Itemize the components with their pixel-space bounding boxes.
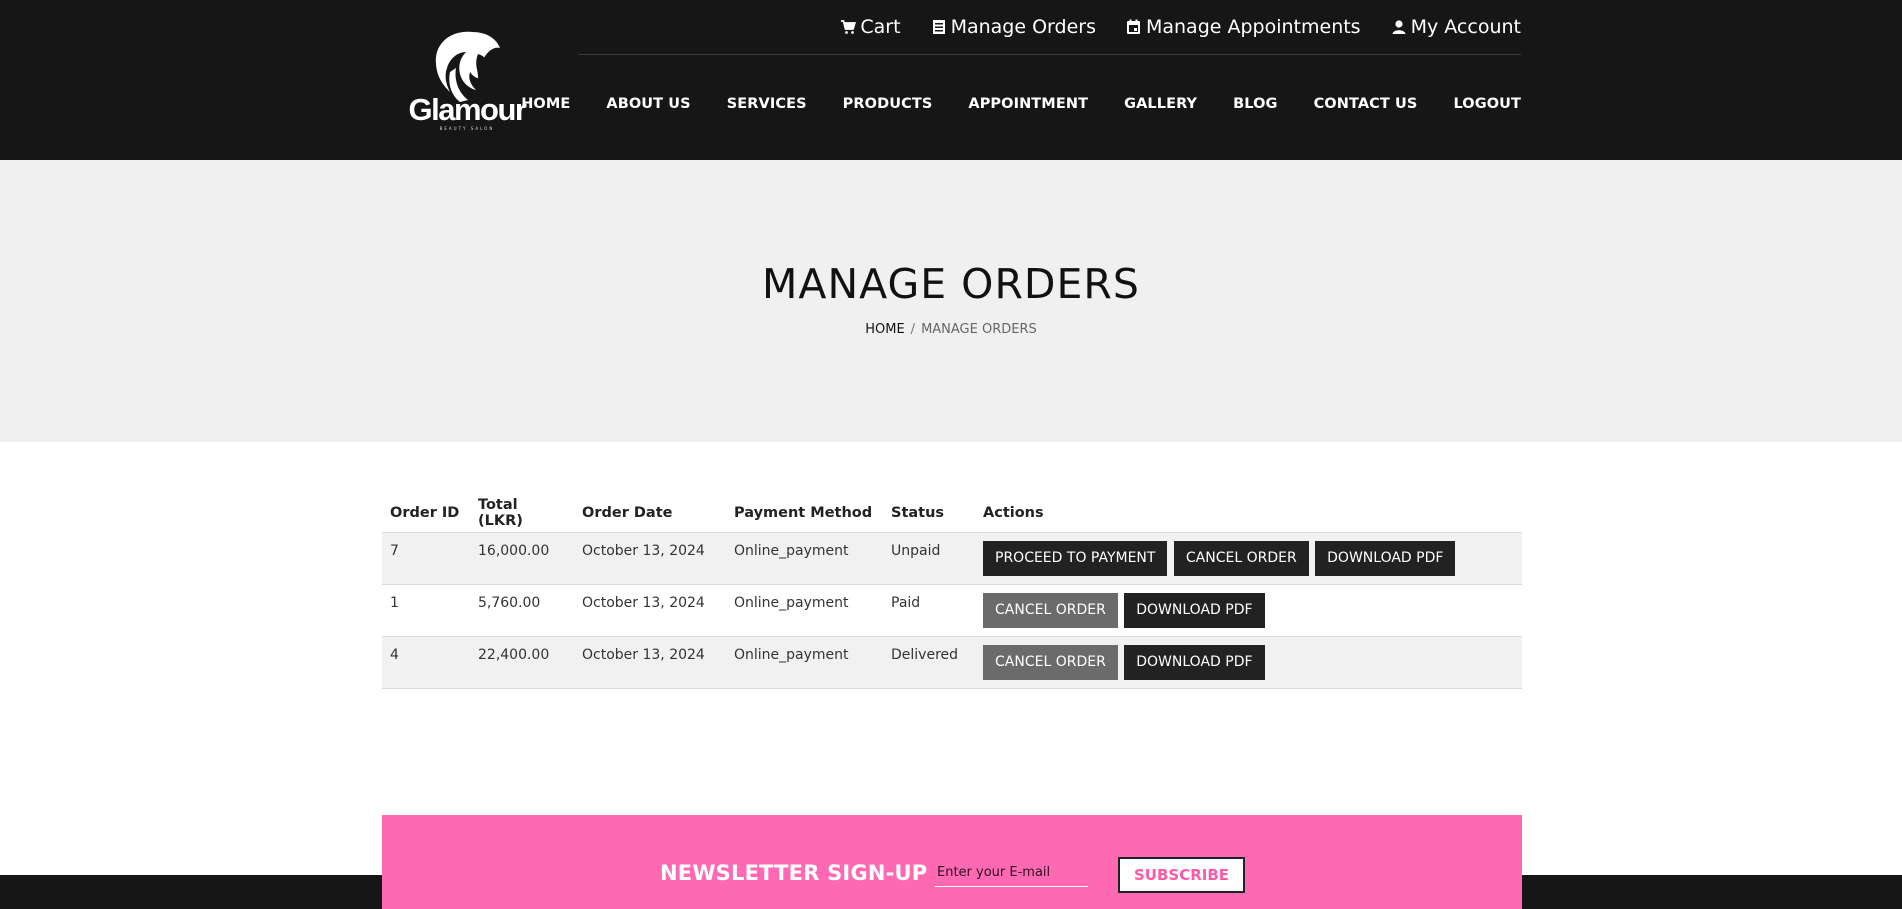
download-pdf-button[interactable]: DOWNLOAD PDF [1315, 540, 1456, 576]
newsletter-email-input[interactable] [935, 859, 1088, 887]
nav-home[interactable]: HOME [521, 96, 570, 112]
document-icon [931, 19, 947, 35]
order-total-cell: 16,000.00 [470, 531, 574, 584]
nav-services[interactable]: SERVICES [727, 96, 807, 112]
col-header-order-id: Order ID [390, 504, 460, 521]
order-date-cell: October 13, 2024 [574, 635, 726, 689]
main-nav: HOME ABOUT US SERVICES PRODUCTS APPOINTM… [485, 96, 1521, 112]
proceed-to-payment-button[interactable]: PROCEED TO PAYMENT [983, 540, 1168, 576]
nav-products[interactable]: PRODUCTS [843, 96, 933, 112]
col-header-status: Status [891, 504, 945, 521]
my-account-link[interactable]: My Account [1391, 14, 1521, 40]
manage-orders-label: Manage Orders [950, 16, 1096, 38]
order-total-cell: 22,400.00 [470, 635, 574, 689]
col-header-payment-method: Payment Method [734, 504, 873, 521]
payment-method-cell: Online_payment [726, 635, 883, 689]
cancel-order-button[interactable]: CANCEL ORDER [983, 592, 1118, 628]
order-id-cell: 1 [382, 583, 470, 636]
status-cell: Delivered [883, 635, 975, 689]
page-title: MANAGE ORDERS [762, 260, 1140, 308]
cart-icon [840, 19, 857, 35]
breadcrumb: HOME / MANAGE ORDERS [0, 322, 1902, 337]
calendar-icon [1126, 19, 1142, 35]
status-cell: Unpaid [883, 531, 975, 584]
nav-about-us[interactable]: ABOUT US [606, 96, 690, 112]
payment-method-cell: Online_payment [726, 583, 883, 636]
cancel-order-button[interactable]: CANCEL ORDER [983, 644, 1118, 680]
cart-label: Cart [860, 16, 901, 38]
col-header-total: Total (LKR) [478, 496, 523, 529]
table-header-row: Order ID Total (LKR) Order Date Payment … [382, 494, 1522, 532]
order-id-cell: 7 [382, 531, 470, 584]
actions-cell: PROCEED TO PAYMENT CANCEL ORDER DOWNLOAD… [975, 531, 1522, 584]
manage-orders-link[interactable]: Manage Orders [931, 14, 1096, 40]
payment-method-cell: Online_payment [726, 531, 883, 584]
order-id-cell: 4 [382, 635, 470, 689]
cart-link[interactable]: Cart [840, 14, 901, 40]
nav-blog[interactable]: BLOG [1233, 96, 1277, 112]
logo-subtext: BEAUTY SALON [439, 126, 495, 131]
nav-logout[interactable]: LOGOUT [1453, 96, 1521, 112]
breadcrumb-current: MANAGE ORDERS [921, 322, 1037, 337]
actions-cell: CANCEL ORDER DOWNLOAD PDF [975, 583, 1522, 636]
table-row: 4 22,400.00 October 13, 2024 Online_paym… [382, 635, 1522, 689]
order-date-cell: October 13, 2024 [574, 583, 726, 636]
breadcrumb-home-link[interactable]: HOME [865, 322, 904, 337]
newsletter-title: NEWSLETTER SIGN-UP [660, 861, 928, 885]
site-header: Glamour BEAUTY SALON Cart Manage Orders … [0, 0, 1902, 160]
subscribe-button[interactable]: SUBSCRIBE [1118, 857, 1245, 893]
manage-appointments-label: Manage Appointments [1145, 16, 1361, 38]
cancel-order-button[interactable]: CANCEL ORDER [1173, 540, 1309, 576]
newsletter-section: NEWSLETTER SIGN-UP SUBSCRIBE [382, 815, 1522, 909]
status-cell: Paid [883, 583, 975, 636]
table-row: 1 5,760.00 October 13, 2024 Online_payme… [382, 583, 1522, 636]
header-divider [578, 54, 1521, 55]
my-account-label: My Account [1410, 16, 1521, 38]
col-header-actions: Actions [983, 504, 1044, 521]
utility-links: Cart Manage Orders Manage Appointments M… [810, 14, 1521, 40]
site-logo[interactable]: Glamour BEAUTY SALON [400, 28, 530, 136]
order-total-cell: 5,760.00 [470, 583, 574, 636]
nav-appointment[interactable]: APPOINTMENT [968, 96, 1088, 112]
nav-gallery[interactable]: GALLERY [1124, 96, 1197, 112]
breadcrumb-separator: / [910, 322, 916, 337]
manage-appointments-link[interactable]: Manage Appointments [1126, 14, 1361, 40]
orders-table: Order ID Total (LKR) Order Date Payment … [382, 494, 1522, 689]
download-pdf-button[interactable]: DOWNLOAD PDF [1124, 592, 1265, 628]
user-icon [1391, 19, 1407, 35]
table-row: 7 16,000.00 October 13, 2024 Online_paym… [382, 531, 1522, 584]
nav-contact-us[interactable]: CONTACT US [1314, 96, 1418, 112]
actions-cell: CANCEL ORDER DOWNLOAD PDF [975, 635, 1522, 689]
download-pdf-button[interactable]: DOWNLOAD PDF [1124, 644, 1265, 680]
page-banner: MANAGE ORDERS HOME / MANAGE ORDERS [0, 160, 1902, 442]
order-date-cell: October 13, 2024 [574, 531, 726, 584]
col-header-order-date: Order Date [582, 504, 673, 521]
